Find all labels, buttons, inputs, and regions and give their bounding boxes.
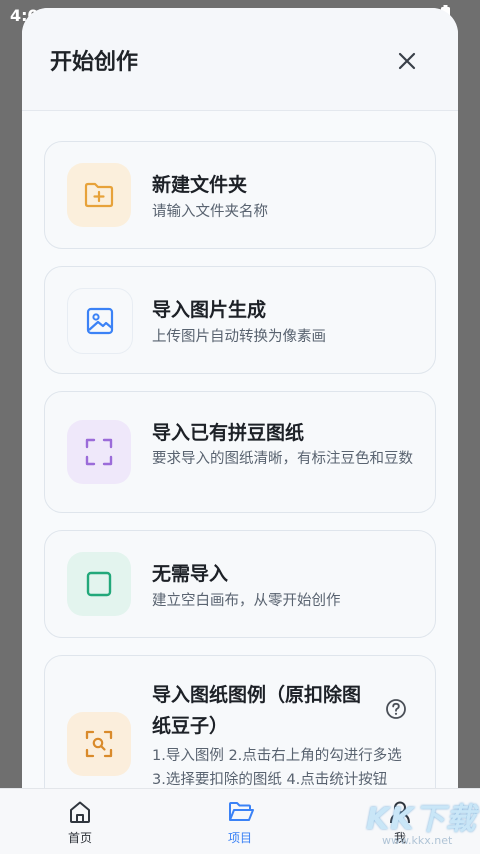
folder-plus-icon: [84, 182, 114, 208]
watermark-url: www.kkx.net: [382, 834, 453, 847]
card-icon-box: [67, 552, 131, 616]
folder-open-icon: [229, 802, 254, 821]
create-sheet: 开始创作 新建文件夹 请输入文件夹名称 导入图片生成 上传图片自动转换为像素画 …: [22, 8, 458, 853]
scan-search-icon: [85, 730, 113, 758]
import-pattern-card[interactable]: 导入已有拼豆图纸 要求导入的图纸清晰，有标注豆色和豆数: [44, 391, 436, 513]
card-title: 导入图片生成: [152, 299, 267, 321]
sheet-content: 新建文件夹 请输入文件夹名称 导入图片生成 上传图片自动转换为像素画 导入已有拼…: [22, 111, 458, 853]
card-title: 无需导入: [152, 563, 229, 585]
card-icon-box: [67, 163, 131, 227]
import-image-card[interactable]: 导入图片生成 上传图片自动转换为像素画: [44, 266, 436, 374]
card-subtitle: 上传图片自动转换为像素画: [152, 329, 326, 345]
home-icon: [70, 801, 90, 823]
close-icon: [398, 52, 416, 70]
card-subtitle: 建立空白画布，从零开始创作: [152, 593, 341, 609]
image-icon: [86, 307, 114, 335]
help-icon[interactable]: [385, 698, 407, 720]
sheet-title: 开始创作: [50, 50, 139, 75]
nav-home-label: 首页: [67, 831, 92, 845]
card-icon-box: [67, 712, 131, 776]
card-icon-box: [67, 288, 133, 354]
nav-home[interactable]: 首页: [40, 789, 120, 854]
blank-canvas-card[interactable]: 无需导入 建立空白画布，从零开始创作: [44, 530, 436, 638]
nav-projects[interactable]: 项目: [200, 789, 280, 854]
watermark: KK下载 www.kkx.net: [360, 790, 480, 853]
nav-projects-label: 项目: [227, 831, 252, 845]
blank-canvas-icon: [86, 571, 112, 597]
card-title: 导入图纸图例（原扣除图纸豆子）: [152, 684, 362, 737]
watermark-logo: KK下载: [366, 802, 477, 837]
card-title: 新建文件夹: [152, 174, 248, 196]
new-folder-card[interactable]: 新建文件夹 请输入文件夹名称: [44, 141, 436, 249]
card-icon-box: [67, 420, 131, 484]
card-title: 导入已有拼豆图纸: [152, 422, 305, 444]
card-subtitle: 要求导入的图纸清晰，有标注豆色和豆数: [152, 451, 413, 467]
card-subtitle: 1.导入图例 2.点击右上角的勾进行多选 3.选择要扣除的图纸 4.点击统计按钮: [152, 748, 402, 788]
scan-frame-icon: [85, 438, 113, 466]
card-subtitle: 请输入文件夹名称: [152, 204, 268, 220]
close-button[interactable]: [392, 46, 422, 76]
sheet-header: 开始创作: [22, 8, 458, 111]
